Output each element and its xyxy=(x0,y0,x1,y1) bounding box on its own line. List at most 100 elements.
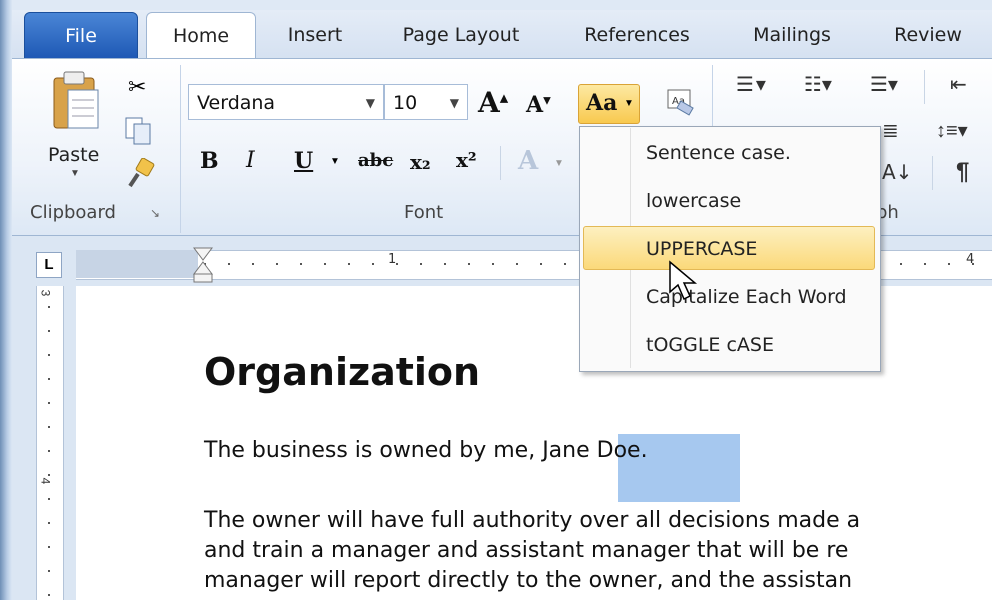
line-spacing-icon[interactable]: ↕≡▾ xyxy=(936,118,968,143)
bold-button[interactable]: B xyxy=(200,148,219,174)
decrease-indent-icon[interactable]: ⇤ xyxy=(950,72,967,97)
ruler-tick xyxy=(276,263,278,265)
ruler-tick xyxy=(420,263,422,265)
numbering-icon[interactable]: ☷▾ xyxy=(804,72,832,96)
document-heading: Organization xyxy=(204,350,481,394)
ruler-mark-4: 4 xyxy=(966,252,975,267)
clipboard-dialog-launcher-icon[interactable]: ↘ xyxy=(150,206,160,220)
tab-home[interactable]: Home xyxy=(146,12,256,61)
font-size-value: 10 xyxy=(393,92,418,114)
tab-file[interactable]: File xyxy=(24,12,138,60)
text-effects-button[interactable]: A xyxy=(518,146,538,176)
menu-item-uppercase[interactable]: UPPERCASE xyxy=(646,238,757,260)
ruler-tick xyxy=(252,263,254,265)
grow-font-button[interactable]: A▲ xyxy=(478,86,508,119)
group-separator xyxy=(180,65,181,233)
bullets-icon[interactable]: ☰▾ xyxy=(736,72,768,96)
mouse-pointer-icon xyxy=(669,260,698,301)
ruler-tick xyxy=(924,263,926,265)
ruler-tick xyxy=(468,263,470,265)
vruler-tick xyxy=(48,498,50,500)
selected-text: Jane Doe xyxy=(542,438,641,463)
font-size-box[interactable]: 10 ▼ xyxy=(384,84,468,120)
window-left-edge xyxy=(0,0,12,600)
indent-marker-icon[interactable] xyxy=(192,246,214,286)
vruler-tick xyxy=(48,378,50,380)
ruler-tick xyxy=(444,263,446,265)
ruler-tick xyxy=(228,263,230,265)
ruler-tick xyxy=(540,263,542,265)
vruler-mark-3: 3 xyxy=(38,289,53,297)
vertical-ruler[interactable] xyxy=(36,286,64,600)
tab-insert[interactable]: Insert xyxy=(270,12,360,58)
document-paragraph-1: The business is owned by me, Jane Doe. xyxy=(204,438,648,463)
vruler-tick xyxy=(48,330,50,332)
paste-dropdown-arrow[interactable]: ▼ xyxy=(70,168,80,179)
tab-references[interactable]: References xyxy=(568,12,706,58)
vruler-tick xyxy=(48,450,50,452)
vruler-tick xyxy=(48,546,50,548)
document-paragraph-2-line-2: and train a manager and assistant manage… xyxy=(204,538,849,563)
menu-item-sentence-case[interactable]: Sentence case. xyxy=(646,142,791,164)
strikethrough-button[interactable]: abc xyxy=(358,150,393,171)
text-effects-dropdown-arrow[interactable]: ▼ xyxy=(554,158,564,169)
cut-icon[interactable]: ✂ xyxy=(128,74,146,100)
ruler-tick xyxy=(900,263,902,265)
tab-mailings[interactable]: Mailings xyxy=(730,12,854,58)
chevron-down-icon: ▼ xyxy=(624,98,634,109)
tab-review[interactable]: Review xyxy=(878,12,978,58)
ruler-tick xyxy=(492,263,494,265)
subscript-button[interactable]: x₂ xyxy=(410,150,431,174)
separator xyxy=(500,146,501,180)
tab-selector-button[interactable]: L xyxy=(36,252,62,278)
format-painter-icon[interactable] xyxy=(124,158,156,190)
vruler-tick xyxy=(48,570,50,572)
ruler-tick xyxy=(348,263,350,265)
underline-dropdown-arrow[interactable]: ▼ xyxy=(330,156,340,167)
menu-item-toggle-case[interactable]: tOGGLE cASE xyxy=(646,334,774,356)
paste-button[interactable] xyxy=(50,70,102,132)
change-case-label: Aa xyxy=(586,90,618,116)
ruler-mark-1: 1 xyxy=(388,252,397,267)
ruler-margin xyxy=(76,250,198,278)
paste-label[interactable]: Paste xyxy=(48,144,99,166)
justify-icon[interactable]: ≣ xyxy=(882,118,899,143)
vruler-tick xyxy=(48,354,50,356)
p1-end: . xyxy=(640,438,648,463)
italic-button[interactable]: I xyxy=(246,148,255,173)
clipboard-group-label: Clipboard xyxy=(30,202,116,223)
document-paragraph-2-line-1: The owner will have full authority over … xyxy=(204,508,861,533)
document-paragraph-2-line-3: manager will report directly to the owne… xyxy=(204,568,853,593)
chevron-down-icon[interactable]: ▼ xyxy=(366,85,375,121)
font-name-box[interactable]: Verdana ▼ xyxy=(188,84,384,120)
chevron-down-icon[interactable]: ▼ xyxy=(450,85,459,121)
shrink-font-icon: A xyxy=(526,92,544,118)
separator xyxy=(932,156,933,190)
ruler-tick xyxy=(324,263,326,265)
ruler-tick xyxy=(516,263,518,265)
vruler-tick xyxy=(48,426,50,428)
vruler-tick xyxy=(48,594,50,596)
ruler-tick xyxy=(396,263,398,265)
clear-formatting-icon[interactable]: Aa xyxy=(664,86,698,120)
vruler-tick xyxy=(48,522,50,524)
superscript-button[interactable]: x² xyxy=(456,148,477,172)
grow-font-icon: A xyxy=(478,86,500,119)
menu-item-lowercase[interactable]: lowercase xyxy=(646,190,741,212)
multilevel-list-icon[interactable]: ☰▾ xyxy=(870,72,898,96)
separator xyxy=(924,70,925,104)
p1-text: The business is owned by me, xyxy=(204,438,543,463)
show-formatting-marks-icon[interactable]: ¶ xyxy=(956,158,969,186)
font-group-label: Font xyxy=(404,202,444,223)
ruler-tick xyxy=(948,263,950,265)
underline-button[interactable]: U xyxy=(294,148,313,174)
vruler-tick xyxy=(48,474,50,476)
tab-page-layout[interactable]: Page Layout xyxy=(384,12,538,58)
sort-icon[interactable]: A↓ xyxy=(882,160,912,184)
vruler-tick xyxy=(48,402,50,404)
copy-icon[interactable] xyxy=(124,116,154,146)
shrink-font-button[interactable]: A▼ xyxy=(526,92,551,118)
font-name-value: Verdana xyxy=(197,92,276,114)
ruler-tick xyxy=(372,263,374,265)
ruler-tick xyxy=(564,263,566,265)
